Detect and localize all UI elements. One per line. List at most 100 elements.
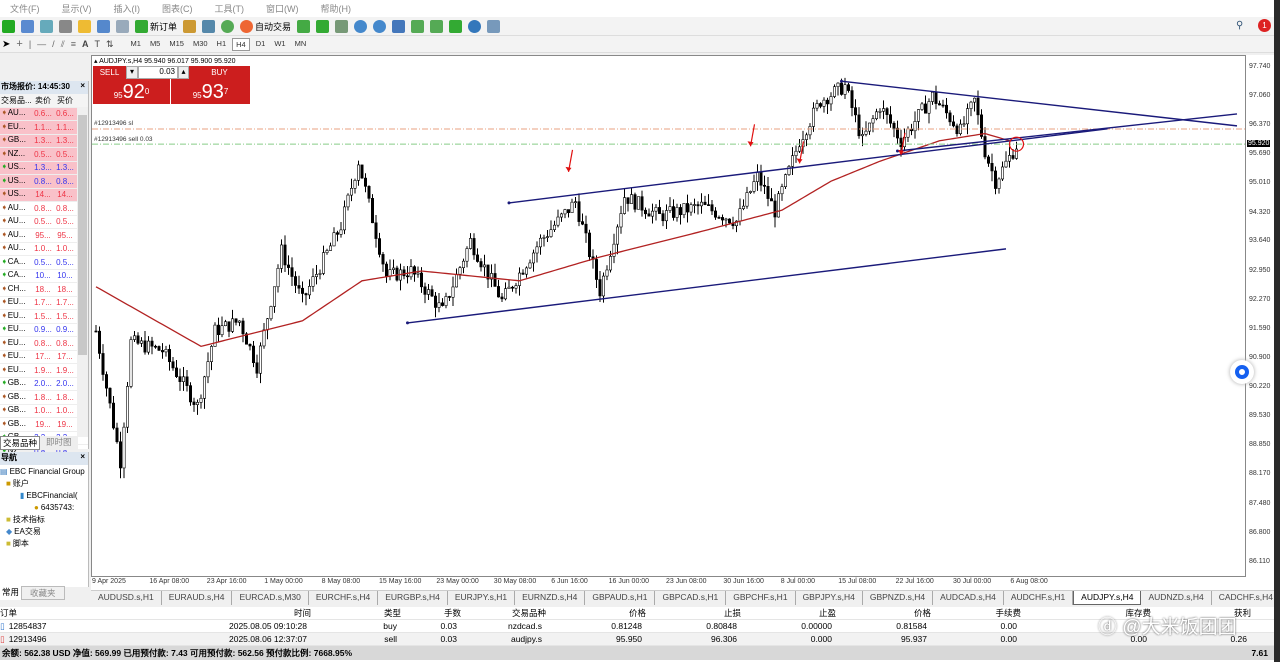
market-icon[interactable]: [221, 19, 235, 33]
tile-windows-icon[interactable]: [392, 19, 406, 33]
timeframe-m1[interactable]: M1: [128, 38, 144, 51]
market-watch-row[interactable]: ➧EU... 1.5... 1.5...: [0, 310, 88, 324]
profiles-icon[interactable]: [21, 19, 34, 33]
zoom-out-icon[interactable]: [373, 19, 387, 33]
chart-tab[interactable]: AUDCHF.s,H1: [1004, 591, 1074, 605]
trendline-icon[interactable]: /: [52, 39, 55, 49]
scrollbar[interactable]: [77, 107, 88, 437]
column-header[interactable]: 类型: [315, 607, 405, 619]
market-watch-row[interactable]: ➧AU... 1.0... 1.0...: [0, 243, 88, 256]
column-header[interactable]: 时间: [125, 607, 315, 619]
market-watch-row[interactable]: ➧GB... 1.3... 1.3...: [0, 134, 88, 148]
column-header[interactable]: 订单: [0, 607, 125, 619]
horizontal-line-icon[interactable]: —: [37, 39, 46, 49]
order-row[interactable]: ▯ 12913496 2025.08.06 12:37:07 sell 0.03 aud…: [0, 633, 1274, 646]
order-row[interactable]: ▯ 12854837 2025.08.05 09:10:28 buy 0.03 nzdc…: [0, 620, 1274, 633]
market-watch-row[interactable]: ➧CA... 0.5... 0.5...: [0, 256, 88, 270]
tab-symbols[interactable]: 交易品种: [0, 436, 41, 450]
chart-shift-icon[interactable]: [411, 19, 425, 33]
chart-tab[interactable]: GBPAUD.s,H1: [585, 591, 656, 605]
column-bid[interactable]: 卖价: [31, 95, 55, 106]
menu-item[interactable]: 窗口(W): [266, 2, 299, 15]
chart-tab[interactable]: GBPCHF.s,H1: [726, 591, 796, 605]
chart-tab[interactable]: AUDNZD.s,H4: [1141, 591, 1212, 605]
nav-item-experts[interactable]: ◆ EA交易: [0, 525, 88, 537]
price-chart[interactable]: [92, 56, 1247, 578]
market-watch-row[interactable]: ➧GB... 2.0... 2.0...: [0, 378, 88, 391]
templates-icon[interactable]: [487, 19, 501, 33]
chart-tab[interactable]: AUDUSD.s,H1: [91, 591, 162, 605]
scrollbar-thumb[interactable]: [78, 115, 87, 355]
chart-tab[interactable]: GBPJPY.s,H4: [796, 591, 863, 605]
market-watch-icon[interactable]: [40, 19, 53, 33]
column-header[interactable]: 手数: [405, 607, 465, 619]
periods-icon[interactable]: [468, 19, 482, 33]
market-watch-row[interactable]: ➧GB... 19... 19...: [0, 418, 88, 432]
market-watch-row[interactable]: ➧GB... 1.8... 1.8...: [0, 391, 88, 405]
column-header[interactable]: 价格: [840, 607, 935, 619]
timeframe-h4[interactable]: H4: [232, 37, 250, 51]
notification-badge[interactable]: 1: [1258, 19, 1271, 32]
market-watch-row[interactable]: ➧EU... 0.8... 0.8...: [0, 337, 88, 351]
column-header[interactable]: 止损: [650, 607, 745, 619]
chart-tab[interactable]: CADCHF.s,H4: [1212, 591, 1280, 605]
nav-item-account[interactable]: ● 6435743:: [0, 501, 88, 513]
zoom-in-icon[interactable]: [354, 19, 368, 33]
menu-item[interactable]: 文件(F): [10, 2, 40, 15]
chart-tab[interactable]: EURGBP.s,H4: [378, 591, 448, 605]
timeframe-d1[interactable]: D1: [253, 38, 269, 51]
column-header[interactable]: 手续费: [935, 607, 1025, 619]
fibonacci-icon[interactable]: ≡: [71, 39, 76, 49]
autoscroll-icon[interactable]: [430, 19, 444, 33]
market-watch-row[interactable]: ➧AU... 0.8... 0.8...: [0, 202, 88, 216]
navigator-icon[interactable]: [78, 19, 91, 33]
column-header[interactable]: 止盈: [745, 607, 840, 619]
buy-price[interactable]: 95937: [171, 79, 250, 104]
market-watch-row[interactable]: ➧EU... 17... 17...: [0, 351, 88, 364]
market-watch-row[interactable]: ➧EU... 1.9... 1.9...: [0, 364, 88, 378]
arrows-icon[interactable]: ⇅: [106, 39, 114, 50]
chart-tab[interactable]: GBPCAD.s,H1: [655, 591, 727, 605]
market-watch-row[interactable]: ➧EU... 1.1... 1.1...: [0, 121, 88, 135]
tab-common[interactable]: 常用: [0, 586, 22, 600]
timeframe-w1[interactable]: W1: [271, 38, 288, 51]
column-symbol[interactable]: 交易品...: [0, 95, 31, 106]
market-watch-row[interactable]: ➧NZ... 0.5... 0.5...: [0, 148, 88, 162]
lots-decrease[interactable]: ▾: [126, 66, 138, 79]
chart-tab[interactable]: EURAUD.s,H4: [162, 591, 233, 605]
text-icon[interactable]: A: [82, 39, 89, 49]
channel-icon[interactable]: ⫽: [61, 39, 65, 50]
timeframe-mn[interactable]: MN: [292, 38, 310, 51]
lots-input[interactable]: 0.03: [138, 66, 178, 79]
timeframe-h1[interactable]: H1: [214, 38, 230, 51]
timeframe-m15[interactable]: M15: [166, 38, 187, 51]
new-order-button[interactable]: 新订单: [135, 19, 177, 33]
chart-tab[interactable]: EURCHF.s,H4: [309, 591, 379, 605]
crosshair-tool-icon[interactable]: +: [16, 38, 22, 50]
chart-tab[interactable]: EURJPY.s,H1: [448, 591, 516, 605]
tester-icon[interactable]: [116, 19, 129, 33]
menu-item[interactable]: 工具(T): [215, 2, 245, 15]
search-icon[interactable]: ⚲: [1236, 20, 1243, 31]
market-watch-row[interactable]: ➧EU... 0.9... 0.9...: [0, 324, 88, 337]
text-label-icon[interactable]: T: [94, 39, 100, 49]
menu-item[interactable]: 图表(C): [162, 2, 193, 15]
market-watch-row[interactable]: ➧AU... 95... 95...: [0, 229, 88, 243]
auto-trading-button[interactable]: 自动交易: [240, 19, 291, 33]
market-watch-row[interactable]: ➧US... 0.8... 0.8...: [0, 175, 88, 189]
column-ask[interactable]: 买价: [55, 95, 75, 106]
close-icon[interactable]: ×: [80, 81, 85, 94]
vertical-line-icon[interactable]: |: [29, 39, 31, 49]
market-watch-row[interactable]: ➧US... 14... 14...: [0, 188, 88, 202]
chart-tab[interactable]: EURNZD.s,H4: [515, 591, 586, 605]
timeframe-m30[interactable]: M30: [190, 38, 211, 51]
chart-tab[interactable]: GBPNZD.s,H4: [863, 591, 934, 605]
nav-item-accounts[interactable]: ■ 账户: [0, 477, 88, 489]
column-header[interactable]: 交易品种: [465, 607, 550, 619]
crosshair-icon[interactable]: [59, 19, 72, 33]
indicators-icon[interactable]: [449, 19, 463, 33]
nav-item-indicators[interactable]: ■ 技术指标: [0, 513, 88, 525]
chart-window[interactable]: ▴ AUDJPY.s,H4 95.940 96.017 95.900 95.92…: [91, 55, 1247, 578]
floating-assistant-button[interactable]: [1230, 360, 1254, 384]
chart-tab[interactable]: EURCAD.s,M30: [232, 591, 309, 605]
